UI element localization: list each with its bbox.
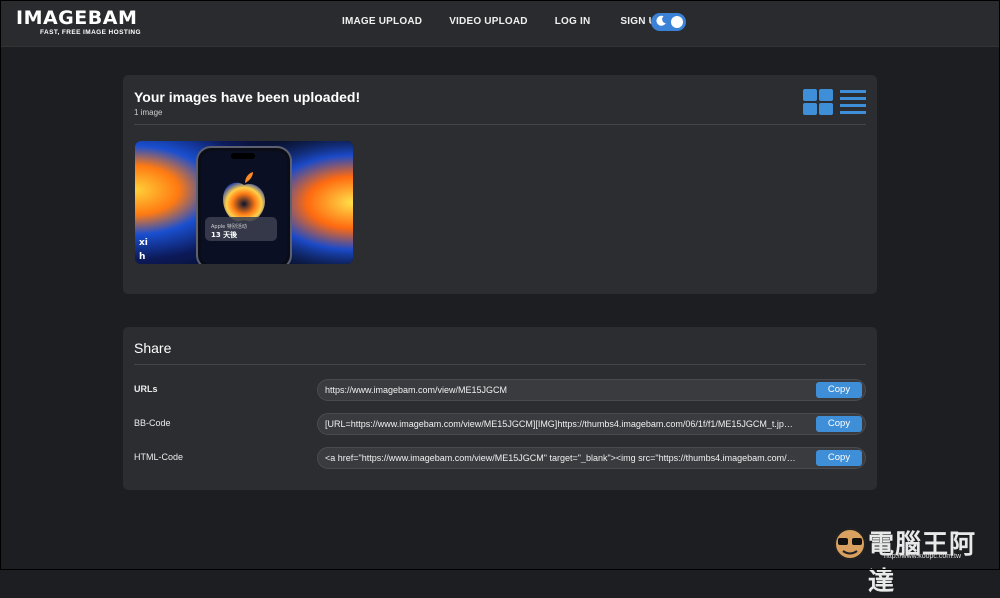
divider <box>134 124 866 125</box>
image-count: 1 image <box>134 108 163 117</box>
moon-icon <box>656 15 666 26</box>
share-label: BB-Code <box>134 418 171 428</box>
share-html-field[interactable]: <a href="https://www.imagebam.com/view/M… <box>317 447 866 469</box>
share-bbcode-value[interactable]: [URL=https://www.imagebam.com/view/ME15J… <box>325 419 797 429</box>
upload-title: Your images have been uploaded! <box>134 89 361 105</box>
site-watermark: 電腦王阿達 http://www.koopc.com.tw <box>832 520 992 597</box>
nav-links: IMAGE UPLOAD VIDEO UPLOAD LOG IN SIGN UP <box>342 16 663 27</box>
share-row-urls: URLs https://www.imagebam.com/view/ME15J… <box>134 379 866 401</box>
share-label: URLs <box>134 384 158 394</box>
share-url-field[interactable]: https://www.imagebam.com/view/ME15JGCM C… <box>317 379 866 401</box>
share-row-html: HTML-Code <a href="https://www.imagebam.… <box>134 447 866 469</box>
grid-view-icon[interactable] <box>803 89 833 115</box>
copy-html-button[interactable]: Copy <box>816 450 862 466</box>
uploaded-image-thumbnail[interactable]: Apple 特别活动 13 天後 xi h <box>135 141 353 264</box>
share-url-value[interactable]: https://www.imagebam.com/view/ME15JGCM <box>325 385 797 395</box>
top-navbar: IMAGEBAM FAST, FREE IMAGE HOSTING IMAGE … <box>0 0 1000 47</box>
watermark-url: http://www.koopc.com.tw <box>884 553 962 560</box>
logo-title: IMAGEBAM <box>16 7 138 29</box>
share-title: Share <box>134 340 172 356</box>
share-card: Share URLs https://www.imagebam.com/view… <box>123 327 877 490</box>
divider <box>134 364 866 365</box>
list-view-icon[interactable] <box>840 89 866 115</box>
mascot-icon <box>834 528 866 560</box>
copy-bbcode-button[interactable]: Copy <box>816 416 862 432</box>
share-html-value[interactable]: <a href="https://www.imagebam.com/view/M… <box>325 453 797 463</box>
copy-url-button[interactable]: Copy <box>816 382 862 398</box>
share-label: HTML-Code <box>134 452 184 462</box>
view-mode-switcher <box>803 89 866 115</box>
nav-image-upload[interactable]: IMAGE UPLOAD <box>342 16 422 27</box>
share-row-bbcode: BB-Code [URL=https://www.imagebam.com/vi… <box>134 413 866 435</box>
nav-video-upload[interactable]: VIDEO UPLOAD <box>449 16 528 27</box>
svg-text:13 天後: 13 天後 <box>211 230 238 239</box>
upload-result-card: Your images have been uploaded! 1 image <box>123 75 877 294</box>
logo-tagline: FAST, FREE IMAGE HOSTING <box>40 29 141 36</box>
thumbnail-image: Apple 特别活动 13 天後 xi h <box>135 141 353 264</box>
svg-text:xi: xi <box>139 238 148 248</box>
svg-text:h: h <box>139 252 145 262</box>
dark-mode-toggle[interactable] <box>651 13 686 31</box>
svg-text:Apple 特别活动: Apple 特别活动 <box>211 223 247 230</box>
watermark-text: 電腦王阿達 <box>868 530 977 597</box>
nav-log-in[interactable]: LOG IN <box>555 16 591 27</box>
logo[interactable]: IMAGEBAM FAST, FREE IMAGE HOSTING <box>16 7 141 37</box>
toggle-knob <box>671 16 683 28</box>
share-bbcode-field[interactable]: [URL=https://www.imagebam.com/view/ME15J… <box>317 413 866 435</box>
